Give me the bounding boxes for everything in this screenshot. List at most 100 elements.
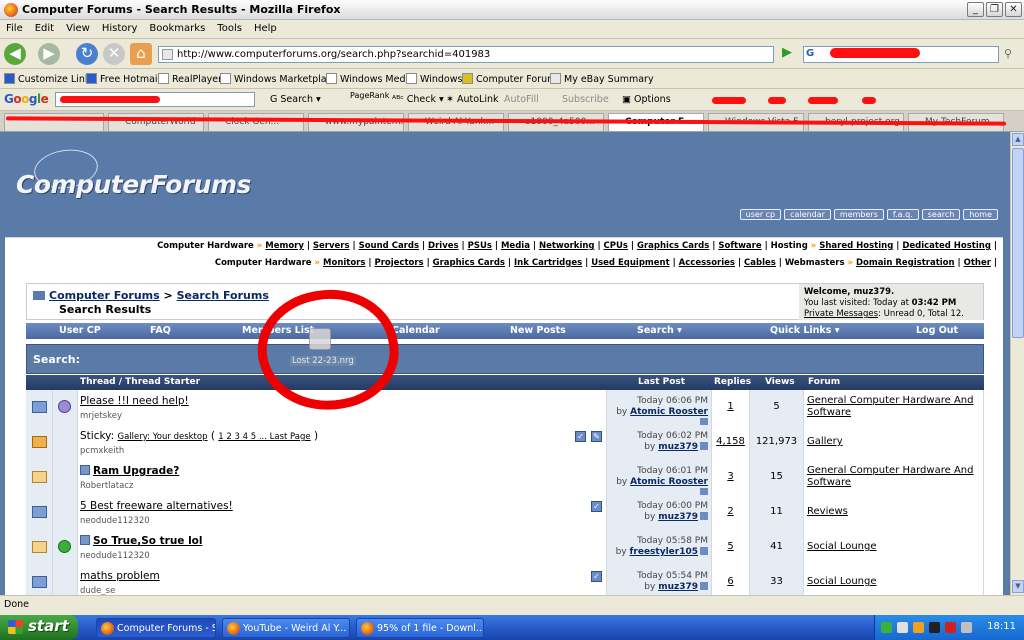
home-button[interactable]: home: [963, 209, 998, 220]
thread-title-link[interactable]: maths problem: [80, 570, 160, 582]
link-monitors[interactable]: Monitors: [323, 258, 365, 268]
forum-link[interactable]: Gallery: [807, 436, 843, 447]
last-poster-link[interactable]: muz379: [658, 582, 698, 592]
bookmark-ebay[interactable]: My eBay Summary: [550, 73, 654, 85]
menu-file[interactable]: File: [0, 20, 29, 34]
minimize-button[interactable]: _: [967, 2, 984, 17]
clock[interactable]: 18:11: [987, 621, 1016, 632]
bookmark-windows-media[interactable]: Windows Media: [326, 73, 414, 85]
search-go-icon[interactable]: ⚲: [1004, 47, 1012, 60]
last-poster-link[interactable]: Atomic Rooster: [630, 477, 708, 487]
last-poster-link[interactable]: muz379: [658, 512, 698, 522]
page-scrollbar[interactable]: ▲ ▼: [1010, 132, 1024, 595]
tray-icon[interactable]: [881, 622, 892, 633]
link-dedicated-hosting[interactable]: Dedicated Hosting: [902, 241, 991, 251]
breadcrumb-root[interactable]: Computer Forums: [49, 289, 160, 302]
home-icon[interactable]: ⌂: [130, 43, 152, 65]
thread-starter[interactable]: neodude112320: [80, 516, 150, 526]
taskbar-item-forums[interactable]: Computer Forums - S...: [96, 618, 216, 638]
url-bar[interactable]: http://www.computerforums.org/search.php…: [158, 46, 774, 63]
search-button[interactable]: search: [921, 209, 961, 220]
calendar-button[interactable]: calendar: [784, 209, 831, 220]
thread-starter[interactable]: pcmxkeith: [80, 446, 124, 456]
tray-icon[interactable]: [913, 622, 924, 633]
last-poster-link[interactable]: Atomic Rooster: [630, 407, 708, 417]
link-other[interactable]: Other: [964, 258, 991, 268]
link-shared-hosting[interactable]: Shared Hosting: [819, 241, 893, 251]
replies-link[interactable]: 3: [727, 471, 733, 482]
replies-link[interactable]: 2: [727, 506, 733, 517]
autolink-button[interactable]: ✶ AutoLink: [446, 94, 499, 105]
link-media[interactable]: Media: [501, 241, 530, 251]
menu-view[interactable]: View: [60, 20, 96, 34]
forum-link[interactable]: General Computer Hardware And Software: [807, 465, 973, 488]
go-last-post-icon[interactable]: [700, 442, 708, 450]
link-domain-registration[interactable]: Domain Registration: [856, 258, 955, 268]
user-cp-button[interactable]: user cp: [739, 209, 782, 220]
scroll-thumb[interactable]: [1012, 148, 1024, 338]
last-poster-link[interactable]: freestyler105: [629, 547, 698, 557]
menu-edit[interactable]: Edit: [29, 20, 60, 34]
link-servers[interactable]: Servers: [313, 241, 350, 251]
thread-title-link[interactable]: So True,So true lol: [80, 535, 203, 547]
thread-title-link[interactable]: Please !!I need help!: [80, 395, 189, 407]
tab-2[interactable]: Clock Gen...: [208, 113, 304, 131]
link-graphics-cards[interactable]: Graphics Cards: [637, 241, 709, 251]
maximize-button[interactable]: ❐: [986, 2, 1003, 17]
go-last-post-icon[interactable]: [700, 547, 708, 555]
tray-icon[interactable]: [961, 622, 972, 633]
go-arrow-icon[interactable]: ▶: [778, 45, 796, 63]
link-ink-cartridges[interactable]: Ink Cartridges: [514, 258, 582, 268]
subscribe-button[interactable]: Subscribe: [562, 94, 609, 105]
last-poster-link[interactable]: muz379: [658, 442, 698, 452]
link-networking[interactable]: Networking: [539, 241, 595, 251]
scroll-down-icon[interactable]: ▼: [1012, 580, 1024, 593]
bookmark-computer-forums[interactable]: Computer Forums: [462, 73, 561, 85]
go-last-post-icon[interactable]: [700, 512, 708, 520]
tray-icon[interactable]: [929, 622, 940, 633]
forward-icon[interactable]: ▶: [38, 43, 60, 65]
tab-1[interactable]: ComputerWorld: [108, 113, 204, 131]
nav-calendar[interactable]: Calendar: [392, 325, 440, 336]
bookmark-customize-links[interactable]: Customize Links: [4, 73, 95, 85]
menu-history[interactable]: History: [96, 20, 144, 34]
nav-search[interactable]: Search ▾: [637, 325, 682, 336]
members-button[interactable]: members: [833, 209, 884, 220]
taskbar-item-youtube[interactable]: YouTube - Weird Al Y...: [222, 618, 350, 638]
nav-quick-links[interactable]: Quick Links ▾: [770, 325, 839, 336]
tray-icon[interactable]: [897, 622, 908, 633]
link-projectors[interactable]: Projectors: [374, 258, 423, 268]
forum-link[interactable]: Social Lounge: [807, 576, 877, 587]
menu-bookmarks[interactable]: Bookmarks: [143, 20, 211, 34]
col-last-post[interactable]: Last Post: [638, 377, 685, 387]
nav-log-out[interactable]: Log Out: [916, 325, 958, 336]
stop-icon[interactable]: ✕: [103, 43, 125, 65]
replies-link[interactable]: 5: [727, 541, 733, 552]
menu-tools[interactable]: Tools: [211, 20, 248, 34]
scroll-up-icon[interactable]: ▲: [1012, 133, 1024, 146]
thread-starter[interactable]: mrjetskey: [80, 411, 122, 421]
private-messages-link[interactable]: Private Messages: [804, 309, 878, 319]
site-logo[interactable]: ComputerForums: [16, 170, 251, 199]
bookmark-free-hotmail[interactable]: Free Hotmail: [86, 73, 160, 85]
thread-title-link[interactable]: 5 Best freeware alternatives!: [80, 500, 233, 512]
google-search-button[interactable]: G Search ▾: [270, 94, 321, 105]
thread-starter[interactable]: neodude112320: [80, 551, 150, 561]
close-button[interactable]: ✕: [1005, 2, 1022, 17]
nav-user-cp[interactable]: User CP: [59, 325, 101, 336]
bookmark-realplayer[interactable]: RealPlayer: [158, 73, 222, 85]
replies-link[interactable]: 6: [727, 576, 733, 587]
thread-starter[interactable]: Robertlatacz: [80, 481, 133, 491]
autofill-button[interactable]: AutoFill: [504, 94, 539, 105]
thread-starter[interactable]: dude_se: [80, 586, 115, 595]
bookmark-windows-marketplace[interactable]: Windows Marketplace: [220, 73, 338, 85]
link-psus[interactable]: PSUs: [468, 241, 492, 251]
reload-icon[interactable]: ↻: [76, 43, 98, 65]
link-used-equipment[interactable]: Used Equipment: [591, 258, 669, 268]
forum-link[interactable]: Social Lounge: [807, 541, 877, 552]
thread-title-link[interactable]: Gallery: Your desktop: [118, 432, 208, 442]
forum-link[interactable]: General Computer Hardware And Software: [807, 395, 973, 418]
menu-help[interactable]: Help: [248, 20, 283, 34]
link-cpus[interactable]: CPUs: [604, 241, 628, 251]
link-drives[interactable]: Drives: [428, 241, 459, 251]
